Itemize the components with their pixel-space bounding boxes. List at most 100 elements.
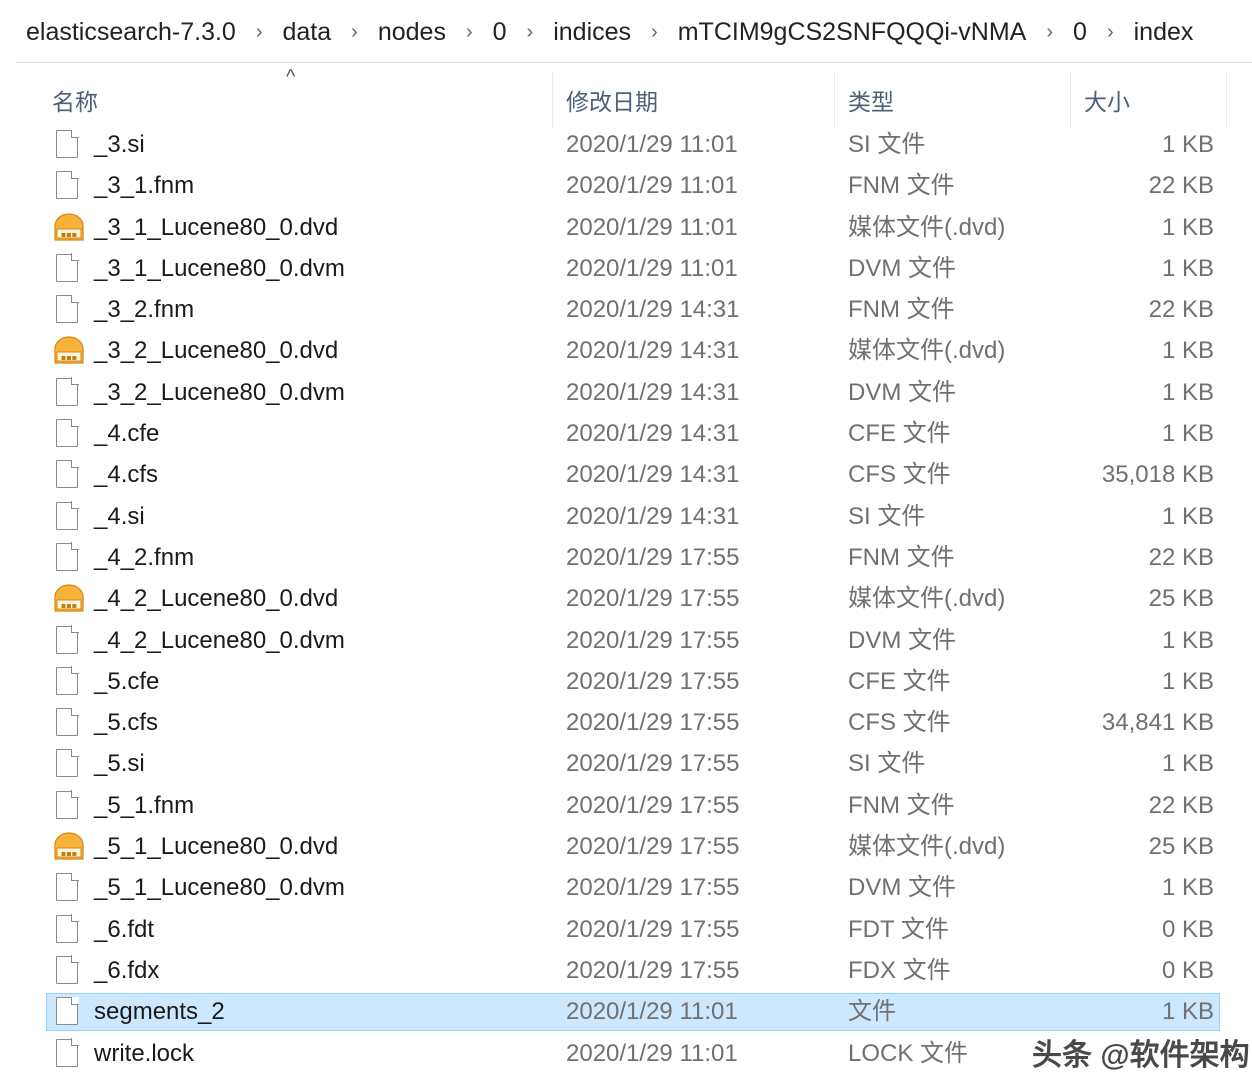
file-type: CFE 文件 <box>848 667 951 695</box>
file-row[interactable]: _5_1_Lucene80_0.dvm 2020/1/29 17:55 DVM 文件… <box>0 867 1252 908</box>
file-date: 2020/1/29 14:31 <box>566 502 740 530</box>
file-row[interactable]: _4_2_Lucene80_0.dvm 2020/1/29 17:55 DVM 文件… <box>0 620 1252 661</box>
file-row[interactable]: _4_2.fnm 2020/1/29 17:55 FNM 文件 22 KB <box>0 537 1252 578</box>
column-header-date[interactable]: 修改日期 <box>566 72 832 128</box>
document-icon <box>56 955 79 984</box>
document-icon <box>56 996 79 1026</box>
file-row[interactable]: ▪▪▪ _4_2_Lucene80_0.dvd 2020/1/29 17:55 媒体文… <box>0 578 1252 619</box>
file-row[interactable]: segments_2 2020/1/29 11:01 文件 1 KB <box>0 991 1252 1032</box>
file-name[interactable]: _6.fdt <box>94 909 154 950</box>
file-name[interactable]: _4_2.fnm <box>94 537 194 578</box>
file-name[interactable]: _3_1_Lucene80_0.dvm <box>94 248 345 289</box>
file-row[interactable]: _4.si 2020/1/29 14:31 SI 文件 1 KB <box>0 496 1252 537</box>
breadcrumb-item[interactable]: indices <box>551 18 633 47</box>
column-resize-handle[interactable] <box>834 72 835 128</box>
file-row[interactable]: _4.cfs 2020/1/29 14:31 CFS 文件 35,018 KB <box>0 454 1252 495</box>
document-icon <box>56 459 79 489</box>
svg-text:▪▪▪: ▪▪▪ <box>61 601 77 610</box>
file-type: CFE 文件 <box>848 420 951 448</box>
column-header-name-label: 名称 <box>52 89 98 115</box>
file-icon-cell <box>56 785 84 826</box>
file-size: 0 KB <box>1161 915 1214 943</box>
column-header-name[interactable]: 名称 <box>52 72 552 128</box>
file-name[interactable]: _3_2_Lucene80_0.dvm <box>94 372 345 413</box>
file-icon-cell <box>56 661 84 702</box>
breadcrumb-separator-icon[interactable]: › <box>1046 21 1053 44</box>
file-row[interactable]: _3.si 2020/1/29 11:01 SI 文件 1 KB <box>0 124 1252 165</box>
svg-text:▪▪▪: ▪▪▪ <box>61 230 77 239</box>
breadcrumb-item[interactable]: data <box>281 18 334 47</box>
file-row[interactable]: _3_1_Lucene80_0.dvm 2020/1/29 11:01 DVM 文件… <box>0 248 1252 289</box>
file-row[interactable]: _5_1.fnm 2020/1/29 17:55 FNM 文件 22 KB <box>0 785 1252 826</box>
breadcrumb-separator-icon[interactable]: › <box>466 21 473 44</box>
file-name[interactable]: _3_1_Lucene80_0.dvd <box>94 207 338 248</box>
breadcrumb-item[interactable]: elasticsearch-7.3.0 <box>24 18 238 47</box>
column-resize-handle[interactable] <box>1226 72 1227 128</box>
file-date: 2020/1/29 17:55 <box>566 791 740 819</box>
file-name[interactable]: _3_2_Lucene80_0.dvd <box>94 330 338 371</box>
file-row[interactable]: _6.fdx 2020/1/29 17:55 FDX 文件 0 KB <box>0 950 1252 991</box>
file-row[interactable]: _3_2.fnm 2020/1/29 14:31 FNM 文件 22 KB <box>0 289 1252 330</box>
file-icon-cell <box>56 289 84 330</box>
breadcrumb-separator-icon[interactable]: › <box>1107 21 1114 44</box>
breadcrumb-separator-icon[interactable]: › <box>351 21 358 44</box>
file-name[interactable]: _4.cfs <box>94 454 158 495</box>
file-type: 文件 <box>848 998 896 1026</box>
file-row[interactable]: ▪▪▪ _3_2_Lucene80_0.dvd 2020/1/29 14:31 媒体文… <box>0 330 1252 371</box>
file-size: 1 KB <box>1161 502 1214 530</box>
file-name[interactable]: _5_1_Lucene80_0.dvm <box>94 867 345 908</box>
file-row[interactable]: _5.si 2020/1/29 17:55 SI 文件 1 KB <box>0 743 1252 784</box>
file-date: 2020/1/29 17:55 <box>566 956 740 984</box>
document-icon <box>56 1038 79 1067</box>
breadcrumb-separator-icon[interactable]: › <box>651 21 658 44</box>
file-row[interactable]: _5.cfe 2020/1/29 17:55 CFE 文件 1 KB <box>0 661 1252 702</box>
file-size: 22 KB <box>1148 791 1214 819</box>
file-name[interactable]: _3.si <box>94 124 145 165</box>
file-name[interactable]: _3_1.fnm <box>94 165 194 206</box>
file-icon-cell <box>56 372 84 413</box>
file-name[interactable]: _6.fdx <box>94 950 159 991</box>
document-icon <box>56 542 79 571</box>
file-row[interactable]: ▪▪▪ _5_1_Lucene80_0.dvd 2020/1/29 17:55 媒体文… <box>0 826 1252 867</box>
file-row[interactable]: _3_1.fnm 2020/1/29 11:01 FNM 文件 22 KB <box>0 165 1252 206</box>
file-name[interactable]: _5.cfe <box>94 661 159 702</box>
breadcrumb-separator-icon[interactable]: › <box>527 21 534 44</box>
file-name[interactable]: _4_2_Lucene80_0.dvm <box>94 620 345 661</box>
file-name[interactable]: _4.si <box>94 496 145 537</box>
column-resize-handle[interactable] <box>552 72 553 128</box>
column-resize-handle[interactable] <box>1070 72 1071 128</box>
breadcrumb-item[interactable]: nodes <box>376 18 448 47</box>
breadcrumb-item[interactable]: 0 <box>491 18 509 47</box>
file-row[interactable]: _5.cfs 2020/1/29 17:55 CFS 文件 34,841 KB <box>0 702 1252 743</box>
breadcrumb-item[interactable]: 0 <box>1071 18 1089 47</box>
file-name[interactable]: _4_2_Lucene80_0.dvd <box>94 578 338 619</box>
file-name[interactable]: _5_1.fnm <box>94 785 194 826</box>
file-size: 22 KB <box>1148 543 1214 571</box>
file-name[interactable]: _5.si <box>94 743 145 784</box>
file-name[interactable]: _4.cfe <box>94 413 159 454</box>
file-row[interactable]: ▪▪▪ _3_1_Lucene80_0.dvd 2020/1/29 11:01 媒体文… <box>0 207 1252 248</box>
file-icon-cell <box>56 867 84 908</box>
column-header-size[interactable]: 大小 <box>1084 72 1224 128</box>
file-icon-cell: ▪▪▪ <box>54 330 84 371</box>
file-name[interactable]: _5.cfs <box>94 702 158 743</box>
file-type: FNM 文件 <box>848 296 955 324</box>
file-type: CFS 文件 <box>848 709 951 737</box>
document-icon <box>56 377 79 406</box>
column-header-type[interactable]: 类型 <box>848 72 1068 128</box>
breadcrumb-item[interactable]: index <box>1132 18 1196 47</box>
file-date: 2020/1/29 14:31 <box>566 378 740 406</box>
breadcrumb-item[interactable]: mTCIM9gCS2SNFQQQi-vNMA <box>676 18 1029 47</box>
file-name[interactable]: write.lock <box>94 1033 194 1074</box>
file-type: FNM 文件 <box>848 172 955 200</box>
file-name[interactable]: _3_2.fnm <box>94 289 194 330</box>
file-row[interactable]: _6.fdt 2020/1/29 17:55 FDT 文件 0 KB <box>0 909 1252 950</box>
file-row[interactable]: _3_2_Lucene80_0.dvm 2020/1/29 14:31 DVM 文件… <box>0 372 1252 413</box>
breadcrumb-separator-icon[interactable]: › <box>256 21 263 44</box>
file-name[interactable]: segments_2 <box>94 991 225 1032</box>
svg-text:▪▪▪: ▪▪▪ <box>61 353 77 362</box>
file-size: 25 KB <box>1148 833 1214 861</box>
file-date: 2020/1/29 14:31 <box>566 296 740 324</box>
file-name[interactable]: _5_1_Lucene80_0.dvd <box>94 826 338 867</box>
file-row[interactable]: _4.cfe 2020/1/29 14:31 CFE 文件 1 KB <box>0 413 1252 454</box>
